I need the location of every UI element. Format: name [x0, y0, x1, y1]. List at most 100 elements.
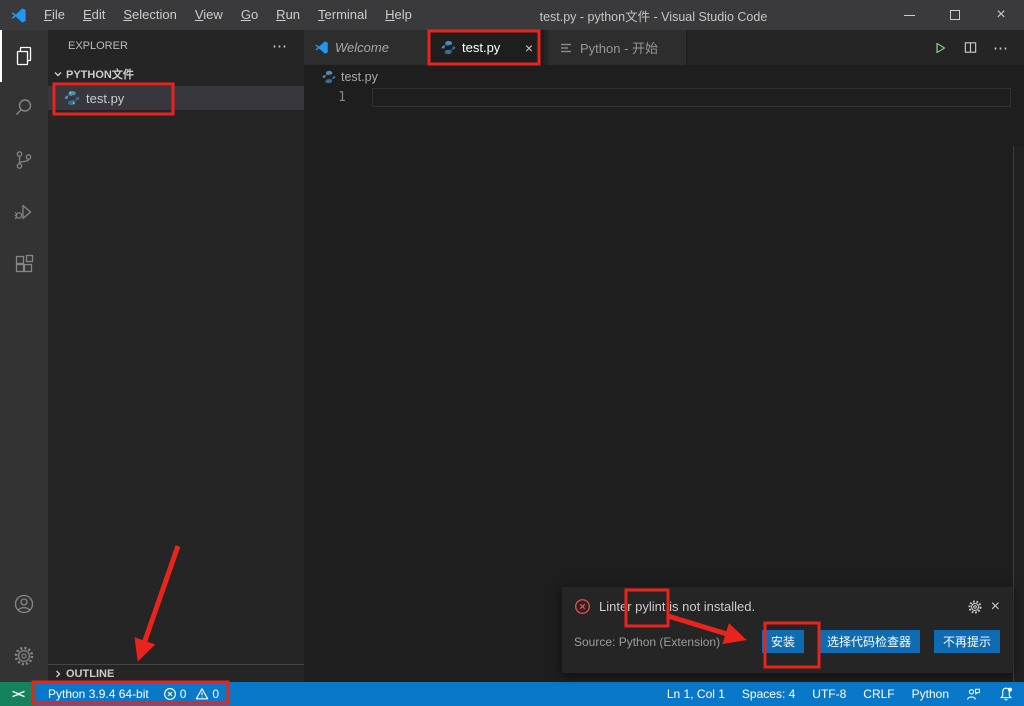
- error-count: 0: [180, 687, 187, 701]
- notifications-bell-icon[interactable]: [998, 686, 1014, 702]
- menu-terminal[interactable]: Terminal: [309, 0, 376, 30]
- file-item-testpy[interactable]: test.py: [48, 86, 304, 110]
- tab-welcome[interactable]: Welcome: [304, 30, 431, 65]
- activitybar-account[interactable]: [0, 578, 48, 630]
- minimize-icon: [904, 15, 915, 16]
- maximize-button[interactable]: [932, 0, 978, 30]
- python-file-icon: [64, 90, 80, 106]
- activitybar-run-debug[interactable]: [0, 186, 48, 238]
- menu-run[interactable]: Run: [267, 0, 309, 30]
- dismiss-button[interactable]: 不再提示: [934, 630, 1000, 653]
- python-interpreter-status[interactable]: Python 3.9.4 64-bit: [48, 687, 149, 701]
- language-mode-status[interactable]: Python: [912, 687, 949, 701]
- encoding-status[interactable]: UTF-8: [812, 687, 846, 701]
- split-editor-icon[interactable]: [963, 40, 978, 55]
- editor-group: Welcome test.py × Python - 开始: [304, 30, 1024, 682]
- menu-bar: File Edit Selection View Go Run Terminal…: [35, 0, 421, 30]
- minimize-button[interactable]: [886, 0, 932, 30]
- warning-icon: [195, 687, 209, 701]
- notification-source: Source: Python (Extension): [574, 635, 720, 649]
- chevron-down-icon: [50, 66, 66, 82]
- python-interpreter-label: Python 3.9.4 64-bit: [48, 687, 149, 701]
- menu-go[interactable]: Go: [232, 0, 267, 30]
- status-bar: >< Python 3.9.4 64-bit 0 0 Ln 1, Col 1 S…: [0, 682, 1024, 706]
- warning-count: 0: [212, 687, 219, 701]
- editor-actions: ⋯: [932, 30, 1024, 65]
- breadcrumb[interactable]: test.py: [304, 65, 1024, 88]
- source-control-icon: [12, 148, 36, 172]
- menu-selection[interactable]: Selection: [114, 0, 185, 30]
- vscode-logo-icon: [314, 40, 329, 55]
- gear-icon: [12, 644, 36, 668]
- eol-status[interactable]: CRLF: [863, 687, 894, 701]
- python-file-icon: [322, 70, 336, 84]
- problems-status[interactable]: 0 0: [163, 687, 225, 701]
- notification-close-icon[interactable]: ×: [991, 600, 1000, 614]
- chevron-right-icon: [50, 666, 66, 682]
- sidebar-empty-space: [48, 110, 304, 664]
- menu-edit[interactable]: Edit: [74, 0, 114, 30]
- tab-label: Welcome: [335, 40, 389, 55]
- cursor-position-status[interactable]: Ln 1, Col 1: [667, 687, 725, 701]
- extensions-icon: [12, 252, 36, 276]
- tab-close-icon[interactable]: ×: [525, 40, 533, 56]
- tab-testpy[interactable]: test.py ×: [431, 30, 544, 65]
- maximize-icon: [950, 10, 960, 20]
- notification-toast: Linter pylint is not installed. × Source…: [562, 587, 1013, 673]
- remote-indicator[interactable]: ><: [0, 682, 36, 706]
- tab-label: Python - 开始: [580, 38, 658, 57]
- files-icon: [12, 44, 36, 68]
- close-icon: ×: [996, 7, 1005, 23]
- menu-help[interactable]: Help: [376, 0, 421, 30]
- window-title: test.py - python文件 - Visual Studio Code: [421, 6, 886, 25]
- list-icon: [558, 40, 574, 56]
- tab-label: test.py: [462, 40, 500, 55]
- select-linter-button[interactable]: 选择代码检查器: [818, 630, 920, 653]
- main-area: EXPLORER ⋯ PYTHON文件 test.py: [0, 30, 1024, 682]
- folder-section-label: PYTHON文件: [66, 66, 134, 82]
- indentation-status[interactable]: Spaces: 4: [742, 687, 795, 701]
- error-icon: [163, 687, 177, 701]
- tab-python-start[interactable]: Python - 开始: [548, 30, 687, 65]
- explorer-sidebar: EXPLORER ⋯ PYTHON文件 test.py: [48, 30, 304, 682]
- vscode-logo-icon: [10, 7, 27, 24]
- linter-name: pylint: [635, 599, 665, 614]
- notification-settings-gear-icon[interactable]: [967, 599, 983, 615]
- outline-section-label: OUTLINE: [66, 668, 114, 680]
- explorer-header: EXPLORER ⋯: [48, 30, 304, 62]
- tab-bar: Welcome test.py × Python - 开始: [304, 30, 1024, 65]
- search-icon: [12, 96, 36, 120]
- outline-section-header[interactable]: OUTLINE: [48, 664, 304, 682]
- run-debug-icon: [12, 200, 36, 224]
- activity-bar: [0, 30, 48, 682]
- account-icon: [12, 592, 36, 616]
- status-bar-right: Ln 1, Col 1 Spaces: 4 UTF-8 CRLF Python: [667, 686, 1024, 702]
- activitybar-search[interactable]: [0, 82, 48, 134]
- explorer-title: EXPLORER: [68, 40, 128, 52]
- breadcrumb-file: test.py: [341, 70, 378, 84]
- error-circle-icon: [574, 598, 591, 615]
- window-controls: ×: [886, 0, 1024, 30]
- remote-icon: ><: [12, 687, 24, 701]
- title-bar: File Edit Selection View Go Run Terminal…: [0, 0, 1024, 30]
- editor-scrollbar[interactable]: [1013, 146, 1024, 682]
- run-icon[interactable]: [932, 40, 948, 56]
- install-button[interactable]: 安装: [762, 630, 804, 653]
- activitybar-spacer: [0, 290, 48, 578]
- current-line-highlight: [372, 88, 1011, 107]
- line-number: 1: [304, 89, 346, 107]
- menu-view[interactable]: View: [186, 0, 232, 30]
- activitybar-explorer[interactable]: [0, 30, 48, 82]
- menu-file[interactable]: File: [35, 0, 74, 30]
- activitybar-source-control[interactable]: [0, 134, 48, 186]
- close-button[interactable]: ×: [978, 0, 1024, 30]
- more-actions-icon[interactable]: ⋯: [993, 39, 1009, 57]
- activitybar-settings[interactable]: [0, 630, 48, 682]
- file-item-label: test.py: [86, 91, 124, 106]
- feedback-icon[interactable]: [966, 687, 981, 702]
- notification-message: Linter pylint is not installed.: [599, 599, 755, 614]
- activitybar-extensions[interactable]: [0, 238, 48, 290]
- explorer-more-actions-icon[interactable]: ⋯: [272, 37, 288, 55]
- folder-section-header[interactable]: PYTHON文件: [48, 62, 304, 86]
- python-file-icon: [441, 40, 456, 55]
